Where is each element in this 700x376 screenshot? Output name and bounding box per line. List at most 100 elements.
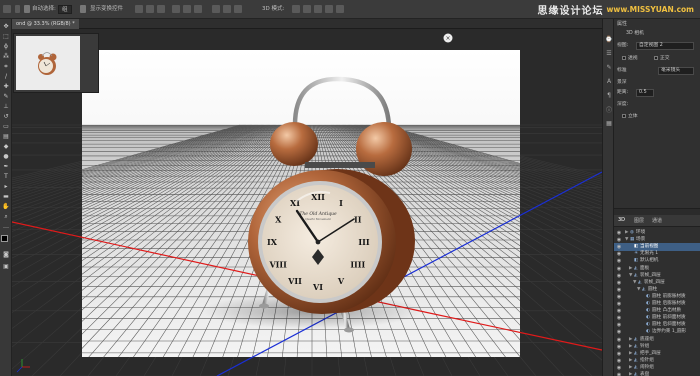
distance-input[interactable]: 0.5	[636, 89, 654, 97]
blur-tool-icon[interactable]: ◆	[2, 143, 10, 150]
orthographic-label: 正交	[660, 56, 670, 61]
visibility-eye-icon[interactable]: ◉	[616, 280, 622, 286]
document-tab[interactable]: ond @ 33.3% (RGB/8) *	[12, 19, 79, 29]
visibility-eye-icon[interactable]: ◉	[616, 237, 622, 243]
screen-mode-icon[interactable]: ▣	[2, 263, 10, 270]
visibility-eye-icon[interactable]: ◉	[616, 365, 622, 371]
visibility-eye-icon[interactable]: ◉	[616, 315, 622, 321]
marquee-tool-icon[interactable]: ⬚	[2, 33, 10, 40]
move-tool-icon[interactable]	[3, 5, 11, 13]
tab-layers[interactable]: 图层	[634, 217, 644, 224]
eraser-tool-icon[interactable]: ▭	[2, 123, 10, 130]
history-panel-icon[interactable]: ⌚	[605, 35, 613, 43]
tab-channels[interactable]: 通道	[652, 217, 662, 224]
auto-select-mode-dropdown[interactable]: 组	[58, 5, 72, 14]
visibility-eye-icon[interactable]: ◉	[616, 287, 622, 293]
visibility-eye-icon[interactable]: ◉	[616, 294, 622, 300]
orbit-3d-icon[interactable]	[292, 5, 300, 13]
watermark-url: www.MISSYUAN.com	[606, 5, 694, 14]
visibility-eye-icon[interactable]: ◉	[616, 322, 622, 328]
quick-mask-icon[interactable]: ◙	[2, 251, 10, 258]
dodge-tool-icon[interactable]: ●	[2, 153, 10, 160]
swatches-panel-icon[interactable]: ▦	[605, 119, 613, 127]
brush-panel-icon[interactable]: ✎	[605, 63, 613, 71]
visibility-eye-icon[interactable]: ◉	[616, 351, 622, 357]
history-brush-tool-icon[interactable]: ↺	[2, 113, 10, 120]
align-middle-icon[interactable]	[146, 5, 154, 13]
auto-select-checkbox[interactable]	[24, 5, 30, 13]
distribute-icon[interactable]	[223, 5, 231, 13]
visibility-eye-icon[interactable]: ◉	[616, 230, 622, 236]
visibility-eye-icon[interactable]: ◉	[616, 337, 622, 343]
tab-3d[interactable]: 3D	[618, 217, 625, 223]
visibility-eye-icon[interactable]: ◉	[616, 358, 622, 364]
pan-3d-icon[interactable]	[314, 5, 322, 13]
quick-select-tool-icon[interactable]: ⁂	[2, 53, 10, 60]
character-panel-icon[interactable]: A	[605, 77, 613, 85]
perspective-option[interactable]: 透视	[622, 55, 638, 63]
align-left-icon[interactable]	[172, 5, 180, 13]
stereo-checkbox[interactable]	[622, 114, 626, 118]
crop-tool-icon[interactable]: ⌗	[2, 63, 10, 70]
align-bottom-icon[interactable]	[157, 5, 165, 13]
clock-numeral: IX	[267, 237, 278, 247]
orthographic-radio[interactable]	[654, 56, 658, 60]
info-panel-icon[interactable]: ⓘ	[605, 105, 613, 114]
visibility-eye-icon[interactable]: ◉	[616, 258, 622, 264]
visibility-eye-icon[interactable]: ◉	[616, 301, 622, 307]
view-dropdown[interactable]: 自定视图 2	[636, 42, 694, 50]
depth-label: 深度:	[617, 102, 629, 107]
visibility-eye-icon[interactable]: ◉	[616, 308, 622, 314]
shape-tool-icon[interactable]: ▬	[2, 193, 10, 200]
show-transform-checkbox[interactable]	[80, 5, 86, 13]
paragraph-panel-icon[interactable]: ¶	[605, 91, 613, 99]
layer-name: 表盘	[640, 372, 650, 376]
expand-toggle-icon[interactable]: ▶	[629, 371, 632, 376]
clone-stamp-tool-icon[interactable]: ⊥	[2, 103, 10, 110]
move-tool-icon[interactable]: ✥	[2, 23, 10, 30]
foreground-color-swatch[interactable]	[1, 235, 8, 242]
3d-layers-panel: 3D 图层 通道 ◉ ▶ ◍ 环境 ◉ ▼ ▦ 场景 ◉ ◧ 当前视图 ◉ ☀ 无限光 1 ◉ ◧ 默认相机 ◉ ▶…	[614, 215, 700, 376]
stereo-option[interactable]: 立体	[622, 113, 638, 121]
scale-3d-icon[interactable]	[336, 5, 344, 13]
visibility-eye-icon[interactable]: ◉	[616, 329, 622, 335]
bell-bracket	[305, 162, 375, 168]
gradient-tool-icon[interactable]: ▤	[2, 133, 10, 140]
distribute-icon[interactable]	[234, 5, 242, 13]
properties-panel-icon[interactable]: ☰	[605, 49, 613, 57]
slide-3d-icon[interactable]	[325, 5, 333, 13]
clock-numeral: I	[339, 198, 343, 208]
visibility-eye-icon[interactable]: ◉	[616, 273, 622, 279]
roll-3d-icon[interactable]	[303, 5, 311, 13]
close-icon[interactable]: ×	[445, 35, 450, 42]
visibility-eye-icon[interactable]: ◉	[616, 372, 622, 376]
lasso-tool-icon[interactable]: ϕ	[2, 43, 10, 50]
path-select-tool-icon[interactable]: ▸	[2, 183, 10, 190]
eyedropper-tool-icon[interactable]: /	[2, 73, 10, 80]
canvas-area[interactable]: XII I II III IIII V VI VII VIII IX X XI The Old Ant…	[12, 29, 602, 376]
healing-tool-icon[interactable]: ✚	[2, 83, 10, 90]
3d-viewport[interactable]: XIIIIIIIIIIIIVVIVIIVIIIIXXXI The Old Ant…	[12, 29, 602, 376]
type-tool-icon[interactable]: T	[2, 173, 10, 180]
visibility-eye-icon[interactable]: ◉	[616, 251, 622, 257]
align-top-icon[interactable]	[135, 5, 143, 13]
more-tools-icon[interactable]: …	[2, 223, 10, 230]
visibility-eye-icon[interactable]: ◉	[616, 244, 622, 250]
pen-tool-icon[interactable]: ✒	[2, 163, 10, 170]
visibility-eye-icon[interactable]: ◉	[616, 344, 622, 350]
axis-gizmo	[16, 359, 30, 373]
distribute-icon[interactable]	[212, 5, 220, 13]
brush-tool-icon[interactable]: ✎	[2, 93, 10, 100]
properties-panel: 属性 3D 相机 视图: 自定视图 2 透视 正交 标准 毫米镜头 景深 距离:…	[614, 19, 700, 209]
dropdown-arrow-icon[interactable]	[15, 5, 20, 13]
layer-row[interactable]: ◉ ▶ ◭ 表盘	[614, 371, 700, 376]
visibility-eye-icon[interactable]: ◉	[616, 266, 622, 272]
zoom-tool-icon[interactable]: ⌕	[2, 213, 10, 220]
perspective-radio[interactable]	[622, 56, 626, 60]
align-right-icon[interactable]	[194, 5, 202, 13]
hand-tool-icon[interactable]: ✋	[2, 203, 10, 210]
3d-camera-navigator[interactable]	[13, 33, 99, 93]
align-center-icon[interactable]	[183, 5, 191, 13]
focal-length-dropdown[interactable]: 毫米镜头	[658, 67, 694, 75]
orthographic-option[interactable]: 正交	[654, 55, 670, 63]
